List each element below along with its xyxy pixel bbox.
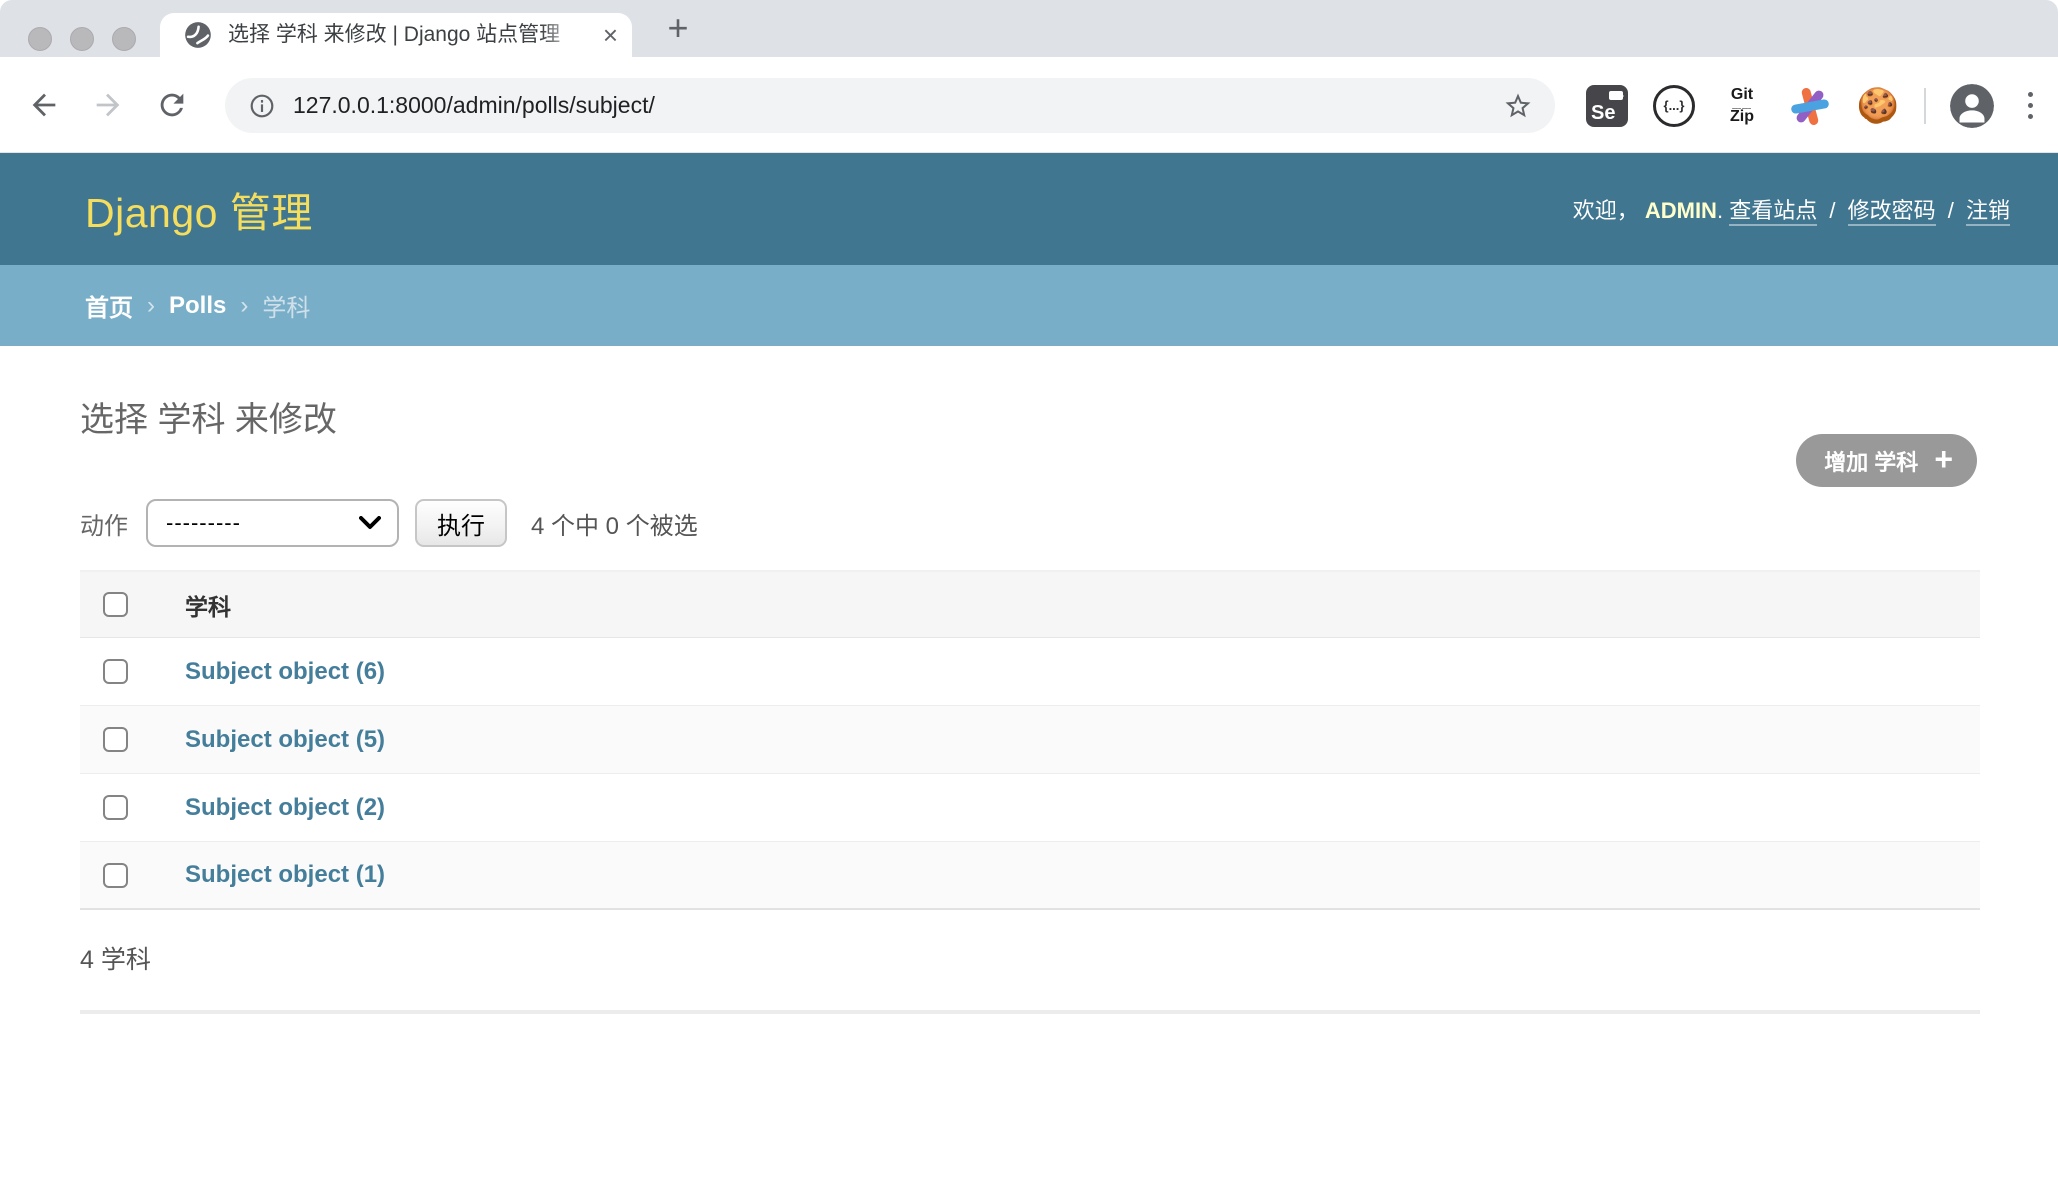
subject-link[interactable]: Subject object (6)	[185, 658, 385, 686]
username: ADMIN	[1645, 198, 1717, 223]
json-viewer-extension-icon[interactable]: {...}	[1652, 84, 1696, 128]
add-subject-label: 增加 学科	[1824, 445, 1918, 477]
changelist-content: 选择 学科 来修改 增加 学科 + 动作 --------- 执行 4 个中 0…	[0, 392, 2058, 1014]
address-bar[interactable]: 127.0.0.1:8000/admin/polls/subject/	[225, 78, 1555, 133]
column-header: 学科	[185, 588, 231, 622]
table-header-row: 学科	[80, 572, 1980, 638]
breadcrumb-home-link[interactable]: 首页	[85, 288, 133, 323]
tab-close-icon[interactable]: ×	[603, 22, 618, 48]
subject-link[interactable]: Subject object (2)	[185, 794, 385, 822]
admin-header: Django 管理 欢迎， ADMIN. 查看站点 / 修改密码 / 注销	[0, 153, 2058, 265]
row-checkbox[interactable]	[103, 795, 128, 820]
link-separator: /	[1948, 198, 1954, 223]
table-row: Subject object (2)	[80, 774, 1980, 842]
actions-label: 动作	[80, 506, 128, 541]
subject-link[interactable]: Subject object (5)	[185, 726, 385, 754]
globe-favicon-icon	[184, 21, 212, 49]
window-zoom-button[interactable]	[112, 27, 136, 51]
video-camera-icon	[1609, 91, 1623, 100]
chrome-menu-icon[interactable]	[2018, 84, 2042, 128]
select-all-checkbox[interactable]	[103, 592, 128, 617]
table-row: Subject object (6)	[80, 638, 1980, 706]
row-checkbox[interactable]	[103, 727, 128, 752]
result-table: 学科 Subject object (6) Subject object (5)…	[80, 570, 1980, 910]
subject-link[interactable]: Subject object (1)	[185, 861, 385, 889]
page-info-icon[interactable]	[249, 93, 275, 119]
breadcrumb-polls-link[interactable]: Polls	[169, 292, 226, 320]
action-select-value: ---------	[166, 510, 241, 536]
asterisk-extension-icon[interactable]	[1788, 84, 1832, 128]
back-icon[interactable]	[24, 85, 64, 125]
tab-title-container: 选择 学科 来修改 | Django 站点管理	[228, 21, 593, 49]
go-button[interactable]: 执行	[415, 499, 507, 547]
url-text[interactable]: 127.0.0.1:8000/admin/polls/subject/	[293, 92, 1503, 119]
chevron-down-icon	[359, 516, 381, 530]
new-tab-button[interactable]: +	[658, 8, 698, 48]
content-footer-divider	[80, 1010, 1980, 1014]
welcome-text: 欢迎，	[1573, 198, 1639, 223]
row-checkbox[interactable]	[103, 863, 128, 888]
browser-tab[interactable]: 选择 学科 来修改 | Django 站点管理 ×	[160, 13, 632, 57]
period: .	[1717, 198, 1723, 223]
breadcrumb-separator: ›	[147, 292, 155, 320]
actions-bar: 动作 --------- 执行 4 个中 0 个被选	[80, 499, 1980, 547]
table-row: Subject object (5)	[80, 706, 1980, 774]
tab-title: 选择 学科 来修改 | Django 站点管理	[228, 23, 560, 46]
reload-icon[interactable]	[152, 85, 192, 125]
view-site-link[interactable]: 查看站点	[1729, 198, 1817, 226]
add-subject-button[interactable]: 增加 学科 +	[1796, 434, 1977, 487]
logout-link[interactable]: 注销	[1966, 198, 2010, 226]
toolbar-divider	[1924, 88, 1926, 124]
bookmark-star-icon[interactable]	[1503, 91, 1533, 121]
json-viewer-label: {...}	[1664, 98, 1685, 113]
row-checkbox[interactable]	[103, 659, 128, 684]
breadcrumb-separator: ›	[240, 292, 248, 320]
window-controls	[28, 27, 136, 51]
extensions-area: Se {...} Git ﹏﹏ Zip 🍪	[1562, 78, 2042, 133]
page-title: 选择 学科 来修改	[80, 392, 1980, 441]
window-minimize-button[interactable]	[70, 27, 94, 51]
gitzip-bottom-label: Zip	[1730, 110, 1754, 124]
gitzip-extension-icon[interactable]: Git ﹏﹏ Zip	[1720, 84, 1764, 128]
paginator-count: 4 学科	[80, 910, 1980, 976]
link-separator: /	[1829, 198, 1835, 223]
user-tools: 欢迎， ADMIN. 查看站点 / 修改密码 / 注销	[1573, 193, 2010, 225]
action-select[interactable]: ---------	[146, 499, 399, 547]
window-close-button[interactable]	[28, 27, 52, 51]
selenium-label: Se	[1591, 102, 1615, 125]
profile-avatar[interactable]	[1950, 84, 1994, 128]
browser-toolbar: 127.0.0.1:8000/admin/polls/subject/ Se {…	[0, 57, 2058, 153]
site-branding-link[interactable]: Django 管理	[85, 179, 313, 239]
table-row: Subject object (1)	[80, 842, 1980, 910]
breadcrumb: 首页 › Polls › 学科	[0, 265, 2058, 346]
forward-icon[interactable]	[88, 85, 128, 125]
cookie-extension-icon[interactable]: 🍪	[1856, 84, 1900, 128]
selenium-extension-icon[interactable]: Se	[1586, 85, 1628, 127]
object-tools: 增加 学科 +	[1796, 434, 1977, 487]
plus-icon: +	[1934, 443, 1953, 475]
action-counter: 4 个中 0 个被选	[531, 506, 698, 541]
browser-window: 选择 学科 来修改 | Django 站点管理 × + 127.0.0.1:80…	[0, 0, 2058, 1186]
tab-strip: 选择 学科 来修改 | Django 站点管理 × +	[0, 0, 2058, 57]
change-password-link[interactable]: 修改密码	[1848, 198, 1936, 226]
breadcrumb-current: 学科	[262, 288, 310, 323]
